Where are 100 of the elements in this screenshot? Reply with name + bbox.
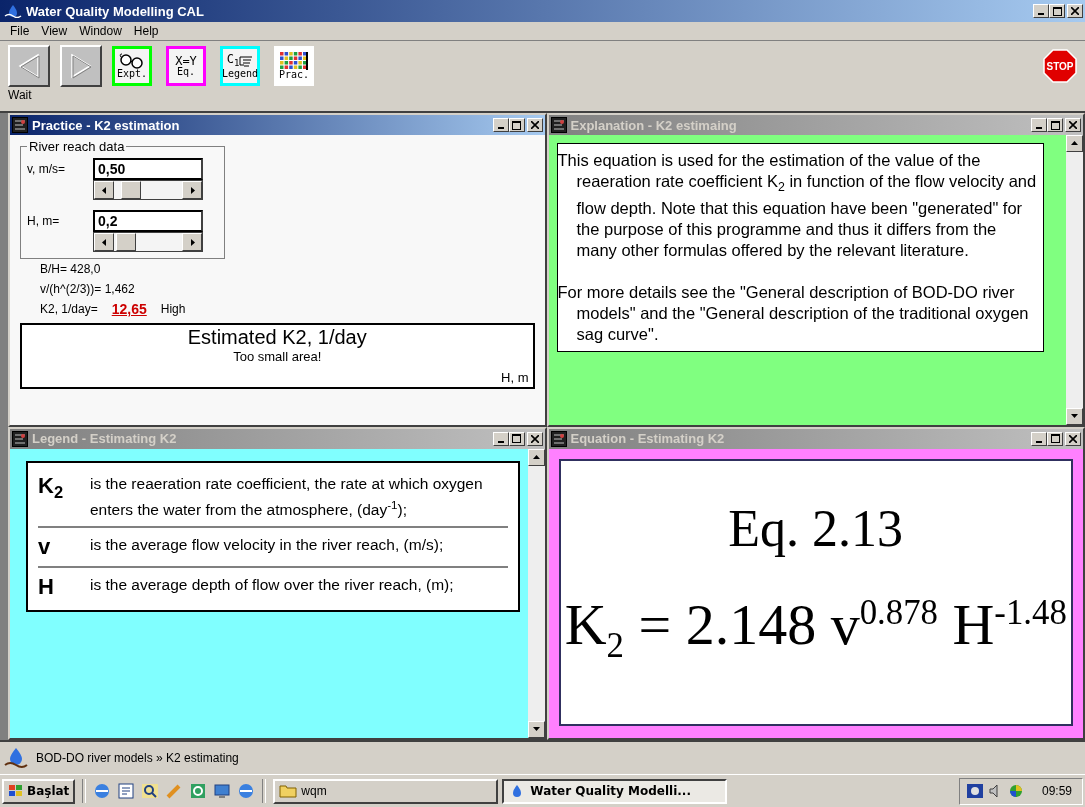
window-icon bbox=[12, 117, 28, 133]
taskbar-button[interactable]: wqm bbox=[273, 778, 499, 804]
toolbar-button[interactable]: C$_{1}$ Legend bbox=[220, 46, 260, 86]
explanation-paragraph: This equation is used for the estimation of the value of the reaeration rate coefficient K$_{2}$ in function of the flow velocity and flow depth. Note that this equation have been "generated" for the purpose of this programme and thus it differs from the many other formulas offered by the relevant literature. bbox=[557, 150, 1037, 262]
legend-symbol: H bbox=[38, 573, 55, 600]
child-window-title: Explanation - K2 estimaing bbox=[570, 117, 738, 133]
legend-symbol: K$_{2}$ bbox=[38, 472, 65, 502]
minimize-icon bbox=[497, 127, 504, 129]
globe-icon[interactable] bbox=[237, 782, 256, 800]
minimize-button[interactable] bbox=[492, 118, 509, 132]
explanation-paragraph: For more details see the "General description of BOD-DO river models" and the "General description of the traditional oxygen sag curve". bbox=[557, 282, 1030, 346]
toolbar-button[interactable]: Prac. bbox=[274, 46, 314, 86]
down-arrow-icon bbox=[531, 725, 541, 734]
legend-description: is the average depth of flow over the river reach, (m); bbox=[90, 574, 454, 595]
vertical-scrollbar[interactable] bbox=[1066, 135, 1083, 425]
value-field[interactable]: 0,50 bbox=[93, 158, 203, 180]
colorful-ball-icon[interactable] bbox=[1007, 783, 1024, 799]
scroll-down-button[interactable] bbox=[1066, 407, 1083, 425]
equation-formula: K$_{2}$ = 2.148 v$^{0.878}$ H$^{-1.48}$ bbox=[564, 591, 1067, 667]
maximize-button[interactable] bbox=[1049, 4, 1065, 18]
menu-item[interactable]: View bbox=[35, 24, 74, 38]
close-button[interactable] bbox=[1065, 118, 1081, 132]
close-icon bbox=[530, 121, 539, 129]
close-button[interactable] bbox=[1067, 4, 1083, 18]
window-icon bbox=[12, 430, 28, 447]
close-button[interactable] bbox=[1065, 431, 1081, 446]
field-label: H, m= bbox=[27, 213, 61, 230]
slider[interactable] bbox=[93, 180, 203, 200]
close-icon bbox=[530, 434, 539, 443]
tool-glyph: C$_{1}$ bbox=[226, 53, 240, 69]
slider-right-button[interactable] bbox=[182, 233, 202, 251]
water-drop-logo-icon bbox=[4, 4, 22, 18]
ring-app-icon[interactable] bbox=[189, 782, 208, 800]
plot-title: Estimated K2, 1/day bbox=[187, 325, 367, 349]
toolbar-button[interactable]: X=Y Eq. bbox=[166, 46, 206, 86]
maximize-button[interactable] bbox=[1047, 118, 1063, 132]
maximize-icon bbox=[512, 120, 521, 130]
up-arrow-icon bbox=[1070, 139, 1079, 148]
close-icon bbox=[1069, 434, 1077, 443]
maximize-icon bbox=[1050, 434, 1060, 443]
window-icon bbox=[550, 117, 567, 133]
close-button[interactable] bbox=[526, 431, 543, 446]
left-arrow-icon bbox=[99, 237, 109, 247]
breadcrumb-text: BOD-DO river models » K2 estimating bbox=[36, 751, 239, 765]
rating-text: High bbox=[160, 301, 186, 318]
stop-button[interactable]: STOP bbox=[1043, 49, 1077, 83]
minimize-button[interactable] bbox=[1031, 431, 1047, 446]
vertical-scrollbar[interactable] bbox=[527, 448, 545, 738]
result-text: v/(h^(2/3))= 1,462 bbox=[40, 281, 135, 298]
scroll-down-button[interactable] bbox=[527, 721, 545, 738]
maximize-button[interactable] bbox=[1047, 431, 1063, 446]
window-icon bbox=[550, 430, 567, 447]
maximize-icon bbox=[1050, 120, 1060, 130]
maximize-icon bbox=[512, 434, 521, 443]
monitor-icon[interactable] bbox=[213, 782, 232, 800]
group-title: River reach data bbox=[28, 139, 126, 154]
folder-icon bbox=[279, 784, 298, 798]
status-text: Wait bbox=[8, 88, 33, 102]
k2-value: 12,65 bbox=[111, 300, 147, 319]
value-field[interactable]: 0,2 bbox=[93, 210, 203, 232]
minimize-button[interactable] bbox=[1033, 4, 1049, 18]
close-button[interactable] bbox=[526, 118, 543, 132]
left-arrow-icon bbox=[99, 185, 109, 195]
slider[interactable] bbox=[93, 232, 203, 252]
tool-glyph: X=Y bbox=[175, 55, 197, 67]
slider-left-button[interactable] bbox=[94, 233, 114, 251]
windows-flag-icon bbox=[8, 784, 24, 798]
scroll-up-button[interactable] bbox=[1066, 135, 1083, 152]
result-text: K2, 1/day= bbox=[40, 301, 98, 318]
slider-thumb[interactable] bbox=[115, 233, 136, 251]
slider-left-button[interactable] bbox=[94, 181, 114, 199]
taskbar-button[interactable]: Water Quality Modelli... bbox=[502, 778, 728, 804]
plot-message: Too small area! bbox=[233, 349, 322, 364]
start-button[interactable]: Başlat bbox=[2, 778, 76, 804]
menu-item[interactable]: File bbox=[4, 24, 36, 38]
window-title: Water Quality Modelling CAL bbox=[26, 3, 205, 19]
magnifier-icon[interactable] bbox=[141, 782, 160, 800]
legend-description: is the average flow velocity in the river reach, (m/s); bbox=[90, 534, 444, 555]
network-icon[interactable] bbox=[965, 783, 984, 799]
slider-right-button[interactable] bbox=[182, 181, 202, 199]
minimize-button[interactable] bbox=[1031, 118, 1047, 132]
field-label: v, m/s= bbox=[27, 161, 67, 178]
slider-thumb[interactable] bbox=[120, 181, 141, 199]
up-arrow-icon bbox=[531, 452, 541, 462]
minimize-icon bbox=[1038, 13, 1044, 15]
down-arrow-icon bbox=[1070, 411, 1079, 421]
menu-item[interactable]: Help bbox=[127, 24, 165, 38]
close-icon bbox=[1071, 7, 1079, 15]
minimize-icon bbox=[1036, 127, 1042, 129]
legend-description: is the reaeration rate coefficient, the rate at which oxygen enters the water from the atmosphere, (day$^{-1}$); bbox=[90, 473, 484, 520]
globe-icon[interactable] bbox=[93, 782, 112, 800]
result-text: B/H= 428,0 bbox=[40, 261, 101, 278]
minimize-icon bbox=[497, 440, 504, 443]
notepad-icon[interactable] bbox=[117, 782, 136, 800]
toolbar-button[interactable]: Expt. bbox=[112, 46, 152, 86]
glasses-icon bbox=[118, 53, 146, 69]
minimize-button[interactable] bbox=[492, 431, 509, 446]
clock: 09:59 bbox=[1041, 784, 1072, 798]
pointing-hand-icon bbox=[239, 55, 254, 67]
menu-item[interactable]: Window bbox=[73, 24, 128, 38]
